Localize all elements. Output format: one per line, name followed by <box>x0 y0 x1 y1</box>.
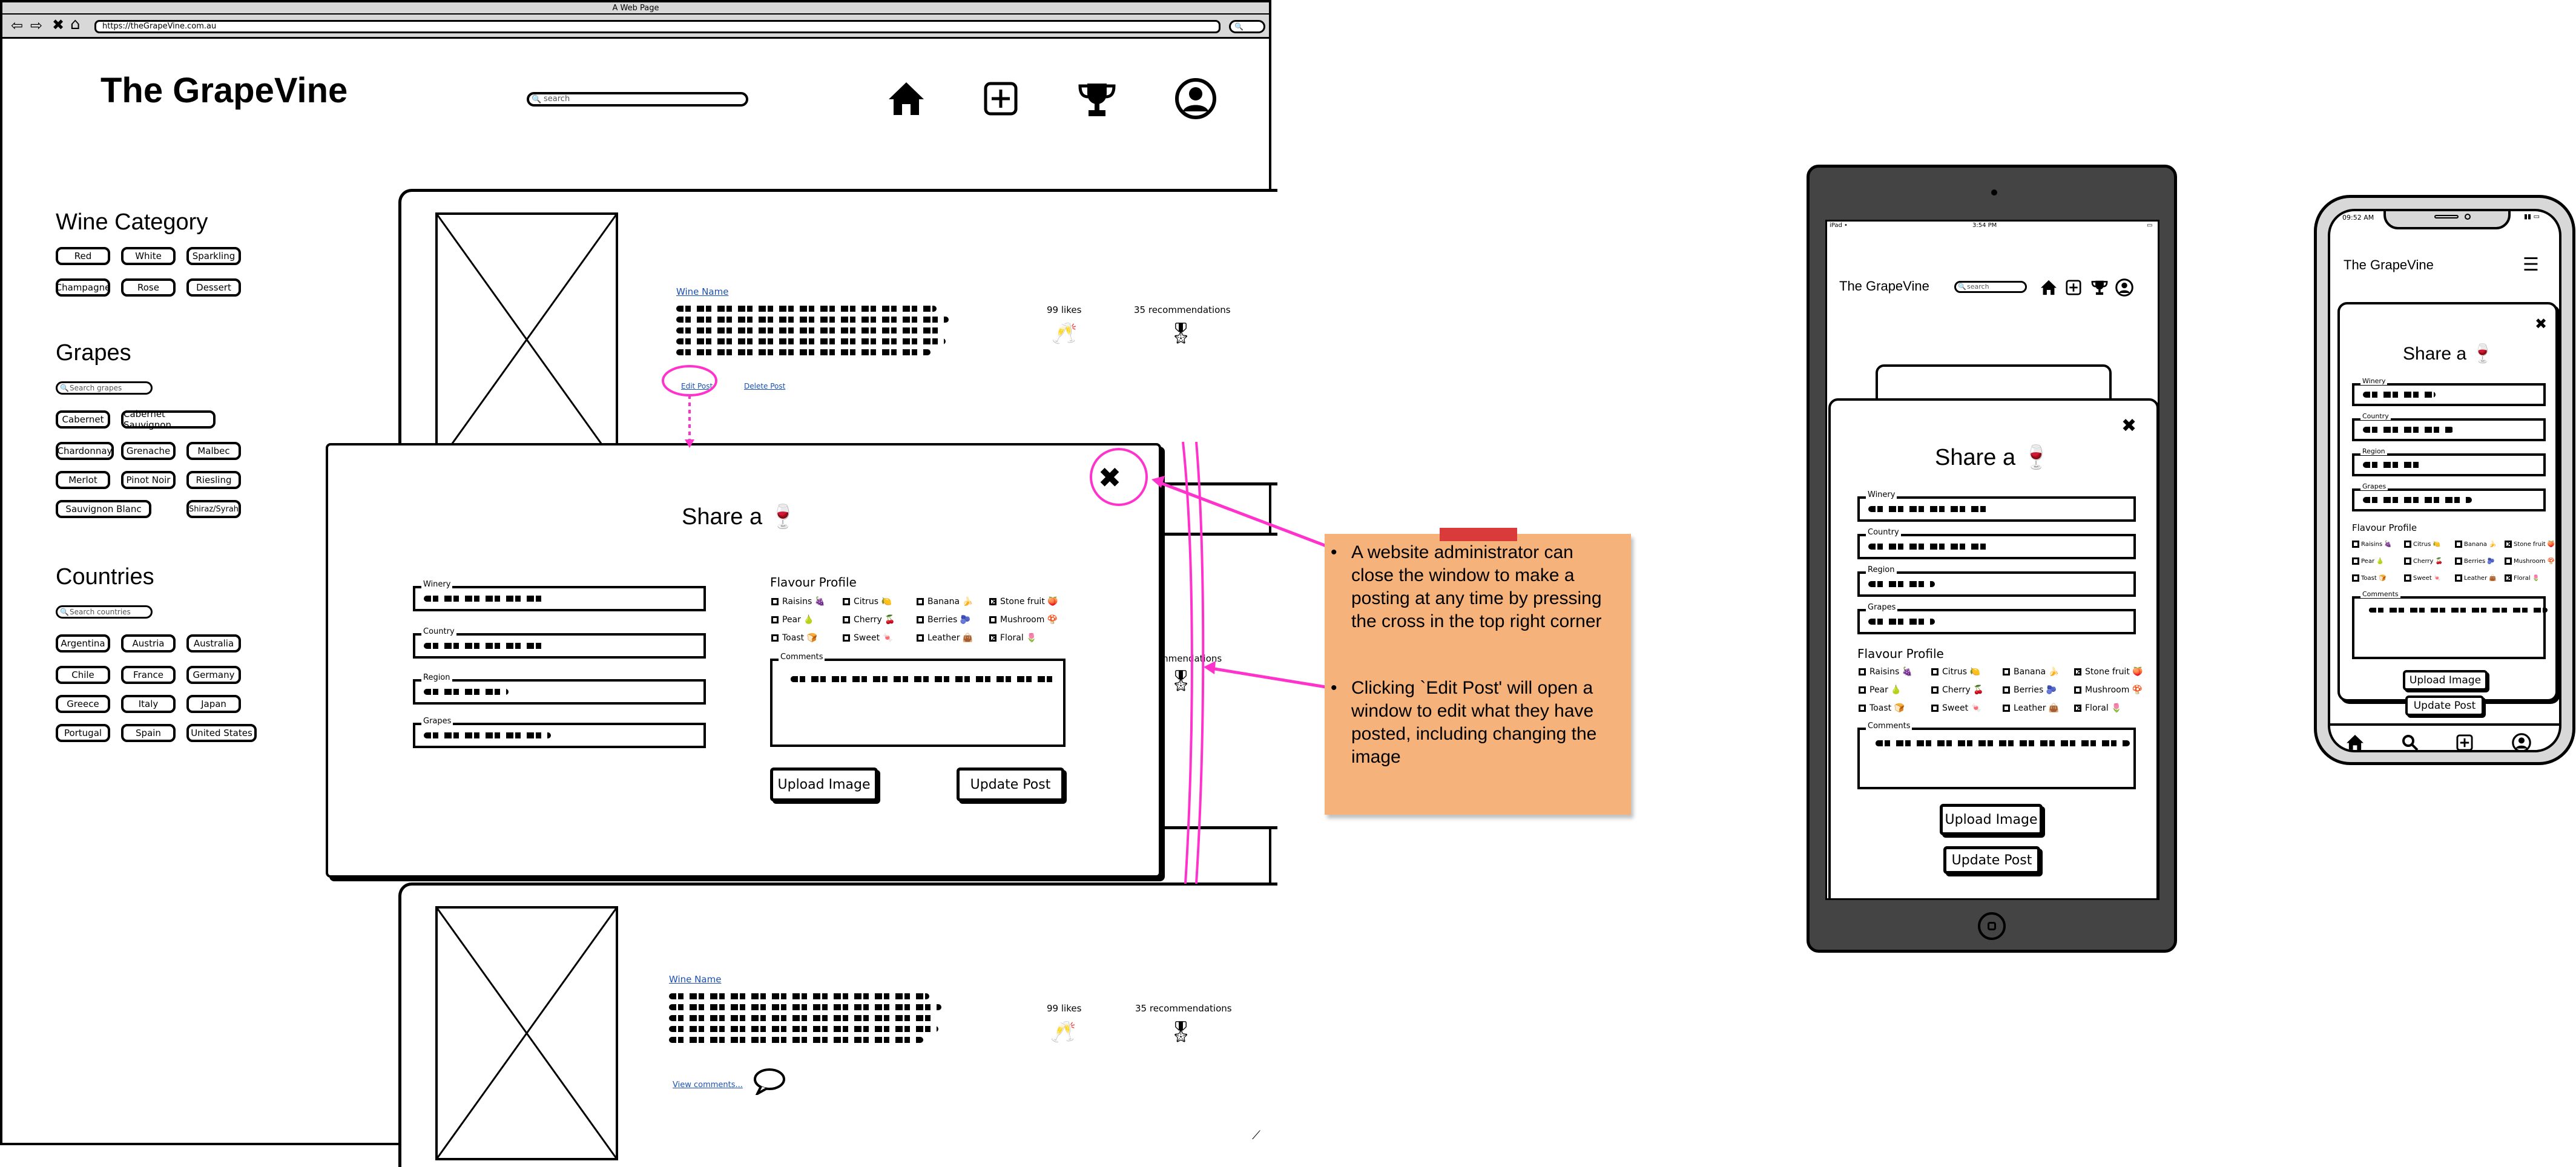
close-highlight <box>1090 448 1148 506</box>
note-text-2: Clicking `Edit Post' will open a window … <box>1351 678 1597 767</box>
note-arrow-edit <box>1210 666 1330 689</box>
winery-field[interactable]: Winery <box>2352 377 2546 406</box>
flavour-profile-title: Flavour Profile <box>2352 522 2417 533</box>
tablet-camera <box>1991 189 1997 196</box>
comments-textarea[interactable]: Comments <box>1857 722 2136 789</box>
flavour-checkbox[interactable]: Banana 🍌 <box>2003 667 2059 677</box>
search-icon[interactable] <box>2402 734 2419 751</box>
search-icon: 🔍 <box>1958 283 1966 291</box>
flavour-profile-title: Flavour Profile <box>1857 646 1944 661</box>
flavour-checkbox[interactable]: Sweet 🍬 <box>2404 574 2441 582</box>
flavour-checkbox[interactable]: Raisins 🍇 <box>1859 667 1912 677</box>
flavour-checkbox[interactable]: Toast 🍞 <box>1859 703 1905 713</box>
note-bullet: • A website administrator can close the … <box>1331 542 1602 631</box>
tablet-logo[interactable]: The GrapeVine <box>1839 278 1929 294</box>
flavour-checkbox[interactable]: Mushroom 🍄 <box>2074 685 2143 695</box>
phone-status-icons: ▮▮ ▭ <box>2524 212 2540 220</box>
upload-image-button[interactable]: Upload Image <box>2403 670 2488 691</box>
tablet-edit-modal: ✖ Share a 🍷 Winery Country Region Grapes… <box>1828 398 2158 898</box>
country-field[interactable]: Country <box>1857 528 2136 559</box>
tablet-home-button[interactable] <box>1978 912 2006 940</box>
region-field[interactable]: Region <box>1857 565 2136 597</box>
grapes-field[interactable]: Grapes <box>1857 603 2136 634</box>
note-arrow-close <box>1157 480 1330 549</box>
add-post-icon[interactable] <box>2066 280 2081 295</box>
home-icon[interactable] <box>2040 280 2057 295</box>
phone-notch <box>2383 211 2511 229</box>
hamburger-menu-icon[interactable]: ☰ <box>2523 256 2539 274</box>
phone-logo[interactable]: The GrapeVine <box>2344 257 2434 273</box>
tablet-device: iPad • 3:54 PM ▭ The GrapeVine 🔍 search … <box>1807 165 2177 953</box>
upload-image-button[interactable]: Upload Image <box>1940 804 2043 835</box>
phone-screen: 09:52 AM ▮▮ ▭ The GrapeVine ☰ ✖ Share a … <box>2328 209 2561 752</box>
comments-textarea[interactable]: Comments <box>2352 590 2548 659</box>
annotation-overlay <box>662 365 1330 884</box>
user-icon[interactable] <box>2512 733 2531 752</box>
update-post-button[interactable]: Update Post <box>1943 846 2040 874</box>
phone-status-time: 09:52 AM <box>2342 214 2374 222</box>
tablet-screen: iPad • 3:54 PM ▭ The GrapeVine 🔍 search … <box>1825 220 2159 900</box>
note-bullet: • Clicking `Edit Post' will open a windo… <box>1331 678 1597 767</box>
trophy-icon[interactable] <box>2091 280 2108 295</box>
grapes-field[interactable]: Grapes <box>2352 482 2546 511</box>
flavour-checkbox[interactable]: Banana 🍌 <box>2455 541 2497 548</box>
flavour-checkbox[interactable]: Sweet 🍬 <box>1931 703 1981 713</box>
phone-edit-modal: ✖ Share a 🍷 Winery Country Region Grapes… <box>2337 302 2558 702</box>
modal-title: Share a 🍷 <box>2403 344 2494 364</box>
flavour-checkbox[interactable]: Pear 🍐 <box>1859 685 1902 695</box>
phone-tab-bar <box>2330 723 2559 752</box>
add-post-icon[interactable] <box>2456 734 2473 751</box>
phone-device: 09:52 AM ▮▮ ▭ The GrapeVine ☰ ✖ Share a … <box>2314 195 2575 765</box>
flavour-checkbox[interactable]: Pear 🍐 <box>2352 557 2384 565</box>
close-x-icon[interactable]: ✖ <box>2535 315 2547 332</box>
winery-field[interactable]: Winery <box>1857 490 2136 522</box>
flavour-checkbox[interactable]: Cherry 🍒 <box>2404 557 2443 565</box>
sticky-note: • A website administrator can close the … <box>1325 528 1631 815</box>
flavour-checkbox[interactable]: Cherry 🍒 <box>1931 685 1984 695</box>
flavour-checkbox[interactable]: Mushroom 🍄 <box>2505 557 2555 565</box>
flavour-checkbox[interactable]: ✕ Floral 🌷 <box>2074 703 2122 713</box>
flavour-checkbox[interactable]: Citrus 🍋 <box>1931 667 1980 677</box>
note-tape <box>1440 528 1517 541</box>
region-field[interactable]: Region <box>2352 447 2546 476</box>
user-icon[interactable] <box>2115 278 2133 297</box>
edit-post-highlight <box>662 365 717 396</box>
tablet-status-bar: iPad • 3:54 PM ▭ <box>1830 222 2153 229</box>
tablet-search[interactable]: 🔍 search <box>1954 281 2027 293</box>
flavour-checkbox[interactable]: Berries 🫐 <box>2003 685 2057 695</box>
update-post-button[interactable]: Update Post <box>2405 695 2484 716</box>
flavour-checkbox[interactable]: Berries 🫐 <box>2455 557 2495 565</box>
scroll-indicator-line <box>1182 441 1193 884</box>
flavour-checkbox[interactable]: Leather 👜 <box>2003 703 2059 713</box>
flavour-checkbox[interactable]: ✕ Stone fruit 🍑 <box>2074 667 2143 677</box>
flavour-checkbox[interactable]: Citrus 🍋 <box>2404 541 2440 548</box>
note-text-1: A website administrator can close the wi… <box>1351 542 1602 631</box>
flavour-checkbox[interactable]: Raisins 🍇 <box>2352 541 2392 548</box>
flavour-checkbox[interactable]: Leather 👜 <box>2455 574 2497 582</box>
home-icon[interactable] <box>2346 734 2364 751</box>
flavour-checkbox[interactable]: Toast 🍞 <box>2352 574 2386 582</box>
flavour-checkbox[interactable]: ✕ Stone fruit 🍑 <box>2505 541 2555 548</box>
country-field[interactable]: Country <box>2352 412 2546 441</box>
modal-title: Share a 🍷 <box>1935 445 2051 470</box>
flavour-checkbox[interactable]: ✕ Floral 🌷 <box>2505 574 2540 582</box>
close-x-icon[interactable]: ✖ <box>2121 415 2136 436</box>
